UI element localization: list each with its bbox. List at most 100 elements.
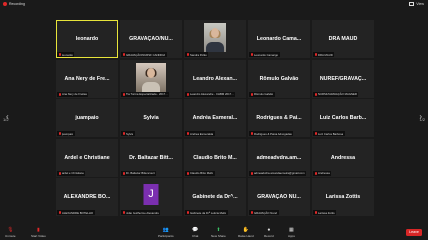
participant-tile[interactable]: NUREF/GRAVAÇ... NURSF/GRAVAÇÃO MAGNER — [312, 59, 374, 98]
muted-mic-icon — [122, 171, 125, 175]
participant-name-tag: Sylvia — [121, 131, 135, 136]
top-bar: Recording View — [0, 0, 428, 10]
chat-button[interactable]: 💬 Chat — [192, 228, 198, 239]
participant-name-tag-text: Leandro Alexandre - CHBM 2017... — [190, 92, 234, 96]
participant-gallery: leonardo leonardo GRAVAÇÃO/NU... GRAVAÇÃO/N… — [56, 20, 374, 216]
person-body — [206, 42, 224, 52]
participant-name-tag: Claudio Brito Mello — [185, 170, 215, 176]
participant-name-tag-text: Leonardo Camargo — [254, 52, 279, 57]
participant-tile[interactable]: ALEXANDRE BO... ALEXANDRE BOTELHO — [56, 178, 118, 216]
start-video-button[interactable]: ▮ Start Video — [31, 227, 46, 239]
unmute-button[interactable]: 🎙 Unmute — [5, 227, 16, 239]
participant-name-tag-text: GRAVAÇÃO/NURSF CANDIDA — [126, 52, 166, 57]
participant-name-tag-text: Claudio Brito Mello — [190, 171, 214, 175]
muted-mic-icon — [122, 53, 125, 56]
participant-tile[interactable]: Claudio Brito M... Claudio Brito Mello — [184, 138, 246, 177]
participant-name-tag: ALEXANDRE BOTELHO — [57, 210, 95, 215]
participant-display-name: leonardo — [75, 36, 99, 42]
participant-tile[interactable]: leonardo leonardo — [56, 20, 118, 58]
participant-name-tag-text: Gabinete da Drª Leticia Mello — [190, 210, 227, 215]
new-share-button[interactable]: ⬆ New Share — [211, 227, 226, 239]
participant-tile[interactable]: DRA MAUD DRA MAUD — [312, 20, 374, 58]
participant-name-tag: NURSF/GRAVAÇÃO MAGNER — [313, 91, 359, 97]
participant-tile[interactable]: Andressa Andressa — [312, 138, 374, 177]
participant-name-tag-text: ardel e Christiane — [62, 171, 84, 175]
participant-name-tag-text: Sylvia — [126, 131, 134, 136]
apps-button[interactable]: ▦ Apps — [288, 228, 295, 239]
participant-name-tag-text: NURSF/GRAVAÇÃO MAGNER — [318, 92, 357, 96]
muted-mic-icon — [186, 92, 189, 96]
participant-display-name: ALEXANDRE BO... — [63, 194, 111, 200]
person-body — [142, 81, 160, 92]
muted-mic-icon — [250, 211, 253, 214]
participant-tile[interactable]: J João Guilherme Alexandre — [120, 178, 182, 216]
participant-tile[interactable]: Gabinete da Dr^... Gabinete da Drª Letici… — [184, 178, 246, 216]
participant-tile[interactable]: Sandra Polko — [184, 20, 246, 58]
page-indicator-right: 1/2 — [419, 117, 425, 122]
participant-name-tag-text: Rômulo Galvão — [254, 92, 274, 96]
share-screen-icon: ⬆ — [216, 227, 221, 233]
participant-name-tag-text: Andressa — [318, 171, 330, 175]
participant-name-tag: Leonardo Camargo — [249, 52, 280, 57]
participant-name-tag: ardel e Christiane — [57, 170, 86, 176]
participant-name-tag: João Guilherme Alexandre — [121, 210, 161, 215]
participant-tile[interactable]: Sylvia Sylvia — [120, 99, 182, 137]
unmute-label: Unmute — [5, 234, 16, 238]
page-indicator-left: 1/2 — [3, 117, 9, 122]
muted-mic-icon — [250, 53, 253, 56]
participant-name-tag: Dr. Baltazar Bittencourt — [121, 170, 157, 176]
participant-tile[interactable]: Luiz Carlos Barb... Luiz Carlos Barbosa — [312, 99, 374, 137]
participant-name-tag: GRAVAÇÃO/NURSF CANDIDA — [121, 52, 167, 57]
participant-name-tag: Sandra Polko — [185, 52, 209, 57]
muted-mic-icon — [314, 171, 317, 175]
participant-tile[interactable]: GRAVAÇÃO/NU... GRAVAÇÃO/NURSF CANDIDA — [120, 20, 182, 58]
participants-button[interactable]: 👥 Participants — [158, 228, 174, 239]
participant-name-tag: Larissa Zottis — [313, 210, 337, 215]
muted-mic-icon — [122, 132, 125, 135]
participant-display-name: Andréa Esmeral... — [192, 115, 238, 121]
participant-name-tag-text: juampaio — [62, 131, 74, 136]
participant-display-name: Gabinete da Dr^... — [192, 194, 238, 200]
participant-tile[interactable]: Ana Nery de Fre... Ana Nery de Freitas — [56, 59, 118, 98]
participant-name-tag-text: DRA MAUD — [318, 52, 333, 57]
participant-display-name: DRA MAUD — [328, 36, 358, 42]
participant-name-tag: Rodrigues & Paiva Advogadas — [249, 131, 294, 136]
person-face — [211, 28, 219, 39]
participant-tile[interactable]: Rômulo Galvão Rômulo Galvão — [248, 59, 310, 98]
record-button[interactable]: ● Record — [264, 228, 274, 239]
muted-mic-icon — [186, 171, 189, 175]
muted-mic-icon — [186, 53, 189, 56]
recording-indicator: Recording — [3, 2, 25, 6]
participant-tile[interactable]: Leonardo Cama... Leonardo Camargo — [248, 20, 310, 58]
muted-mic-icon — [314, 211, 317, 214]
participant-tile[interactable]: Andréa Esmeral... Andrea Esmeralda — [184, 99, 246, 137]
participant-display-name: Rodrigues & Pai... — [256, 115, 302, 121]
participant-tile[interactable]: Larissa Zottis Larissa Zottis — [312, 178, 374, 216]
muted-mic-icon — [186, 211, 189, 214]
participant-tile[interactable]: Leandro Alexan... Leandro Alexandre - CHB… — [184, 59, 246, 98]
participant-tile[interactable]: juampaio juampaio — [56, 99, 118, 137]
participant-tile[interactable]: Rodrigues & Pai... Rodrigues & Paiva Advo… — [248, 99, 310, 137]
participant-tile[interactable]: admeadvdra.am... admeadvdra.amandaemeira@… — [248, 138, 310, 177]
participant-display-name: GRAVAÇÃO/NU... — [129, 36, 173, 42]
muted-mic-icon — [250, 132, 253, 135]
participant-display-name: Andressa — [330, 154, 356, 161]
participant-tile[interactable]: Ardel e Christiane ardel e Christiane — [56, 138, 118, 177]
muted-mic-icon — [186, 132, 189, 135]
participant-name-tag: Tia Turma Especializada - 2017... — [121, 91, 170, 97]
participant-tile[interactable]: GRAVAÇÃO NU... GRAVAÇÃO Nuref — [248, 178, 310, 216]
participant-display-name: admeadvdra.am... — [256, 154, 302, 161]
muted-microphone-icon: 🎙 — [7, 227, 14, 233]
raise-hand-button[interactable]: ✋ Raise Hand — [238, 228, 254, 239]
participant-name-tag-text: Dr. Baltazar Bittencourt — [126, 171, 155, 175]
start-video-label: Start Video — [31, 234, 46, 238]
participant-name-tag: juampaio — [57, 131, 75, 136]
video-off-icon: ▮ — [37, 227, 40, 233]
participant-video — [204, 23, 226, 52]
view-button[interactable]: View — [409, 2, 424, 6]
participant-tile[interactable]: Dr. Baltazar Bitt... Dr. Baltazar Bittenc… — [120, 138, 182, 177]
participant-tile[interactable]: Tia Turma Especializada - 2017... — [120, 59, 182, 98]
record-dot-icon — [3, 2, 7, 6]
muted-mic-icon — [58, 92, 61, 96]
leave-button[interactable]: Leave — [406, 229, 422, 236]
